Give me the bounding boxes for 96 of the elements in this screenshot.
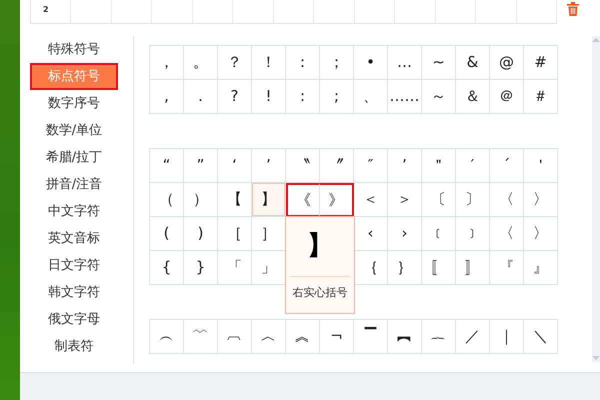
category-tab[interactable]: 俄文字母 [30,306,118,333]
symbol-key[interactable]: 〛 [456,251,490,285]
symbol-key[interactable]: ~ [422,46,456,80]
category-tab[interactable]: 特殊符号 [30,36,118,63]
symbol-key[interactable]: 〕 [456,183,490,217]
symbol-key[interactable]: , [150,80,184,114]
symbol-key[interactable]: } [184,251,218,285]
symbol-key[interactable]: ) [184,217,218,251]
symbol-key[interactable]: （ [150,183,184,217]
symbol-key[interactable]: . [184,80,218,114]
category-tab[interactable]: 拼音/注音 [30,171,118,198]
symbol-key[interactable]: & [456,46,490,80]
symbol-key[interactable]: ＆ [456,80,490,114]
symbol-key[interactable]: ［ [218,217,252,251]
category-tab[interactable]: 中文字符 [30,198,118,225]
symbol-key[interactable]: ＞ [388,183,422,217]
symbol-key[interactable]: @ [490,46,524,80]
symbol-key[interactable]: ︵ [150,320,184,354]
symbol-key[interactable]: : [286,80,320,114]
symbol-key[interactable]: ｜ [490,320,524,354]
symbol-key[interactable]: ） [184,183,218,217]
symbol-key[interactable]: ( [150,217,184,251]
symbol-key[interactable]: 【 [218,183,252,217]
symbol-key[interactable]: ～ [422,80,456,114]
symbol-key[interactable]: 『 [490,251,524,285]
symbol-key[interactable]: 】 [252,183,286,217]
symbol-key[interactable]: ！ [252,46,286,80]
symbol-key[interactable]: • [354,46,388,80]
symbol-key[interactable]: ‹ [354,217,388,251]
symbol-key[interactable]: ／ [456,320,490,354]
symbol-key[interactable]: ＼ [524,320,558,354]
tooltip-symbol: 】 [307,230,333,263]
symbol-key[interactable]: … [388,46,422,80]
symbol-key[interactable]: ： [286,46,320,80]
symbol-key[interactable]: 〈 [490,183,524,217]
symbol-key[interactable]: 〉 [524,183,558,217]
symbol-key[interactable]: ﹝ [422,217,456,251]
symbol-key[interactable]: 《 [286,183,320,217]
symbol-key[interactable]: › [388,217,422,251]
category-tab[interactable]: 英文音标 [30,225,118,252]
symbol-key[interactable]: ′ [456,149,490,183]
symbol-key[interactable]: ’ [388,149,422,183]
tooltip-label: 右实心括号 [292,285,348,301]
category-tab[interactable]: 制表符 [30,333,118,360]
symbol-key[interactable]: ︹ [218,320,252,354]
input-slot[interactable]: 2 [31,0,72,23]
symbol-key[interactable]: ; [320,80,354,114]
symbol-key[interactable]: ｛ [354,251,388,285]
symbol-key[interactable]: ‘ [218,149,252,183]
symbol-key[interactable]: # [524,46,558,80]
trash-icon[interactable] [567,2,579,16]
symbol-key[interactable]: 。 [184,46,218,80]
symbol-key[interactable]: ! [252,80,286,114]
symbol-key[interactable]: ； [320,46,354,80]
symbol-key[interactable]: ＂ [422,149,456,183]
symbol-key[interactable]: 〔 [422,183,456,217]
symbol-key[interactable]: 〞 [320,149,354,183]
symbol-key[interactable]: ″ [354,149,388,183]
symbol-key[interactable]: ¬ [320,320,354,354]
scroll-up-icon[interactable] [592,36,600,44]
symbol-key[interactable]: ︷ [422,320,456,354]
category-tab[interactable]: 韩文字符 [30,279,118,306]
symbol-key[interactable]: 〉 [524,217,558,251]
symbol-key[interactable]: 》 [320,183,354,217]
symbol-key[interactable]: ？ [218,46,252,80]
symbol-key[interactable]: ” [184,149,218,183]
symbol-key[interactable]: ＇ [524,149,558,183]
symbol-key[interactable]: ﹋ [184,320,218,354]
symbol-key[interactable]: …… [388,80,422,114]
symbol-key[interactable]: 、 [354,80,388,114]
symbol-key[interactable]: 〚 [422,251,456,285]
symbol-key[interactable]: 〈 [490,217,524,251]
symbol-key[interactable]: ， [150,46,184,80]
symbol-key[interactable]: ▔ [354,320,388,354]
symbol-key[interactable]: 〝 [286,149,320,183]
category-tab[interactable]: 数字序号 [30,90,118,117]
symbol-key[interactable]: ＠ [490,80,524,114]
scroll-down-icon[interactable] [592,354,600,362]
symbol-key[interactable]: ︽ [286,320,320,354]
symbol-key[interactable]: 』 [524,251,558,285]
category-tab[interactable]: 日文字符 [30,252,118,279]
symbol-key[interactable]: ｝ [388,251,422,285]
symbol-key[interactable]: ´ [490,149,524,183]
symbol-key[interactable]: { [150,251,184,285]
symbol-key[interactable]: ︻ [388,320,422,354]
category-tab[interactable]: 数学/单位 [30,117,118,144]
symbol-key[interactable]: “ [150,149,184,183]
symbol-key[interactable]: ? [218,80,252,114]
scrollbar[interactable] [592,36,600,362]
symbol-key[interactable]: 「 [218,251,252,285]
symbol-key[interactable]: ＃ [524,80,558,114]
symbol-key[interactable]: ＜ [354,183,388,217]
symbol-key[interactable]: ﹞ [456,217,490,251]
category-tab[interactable]: 希腊/拉丁 [30,144,118,171]
symbol-key[interactable]: ’ [252,149,286,183]
symbol-key[interactable]: ︿ [252,320,286,354]
